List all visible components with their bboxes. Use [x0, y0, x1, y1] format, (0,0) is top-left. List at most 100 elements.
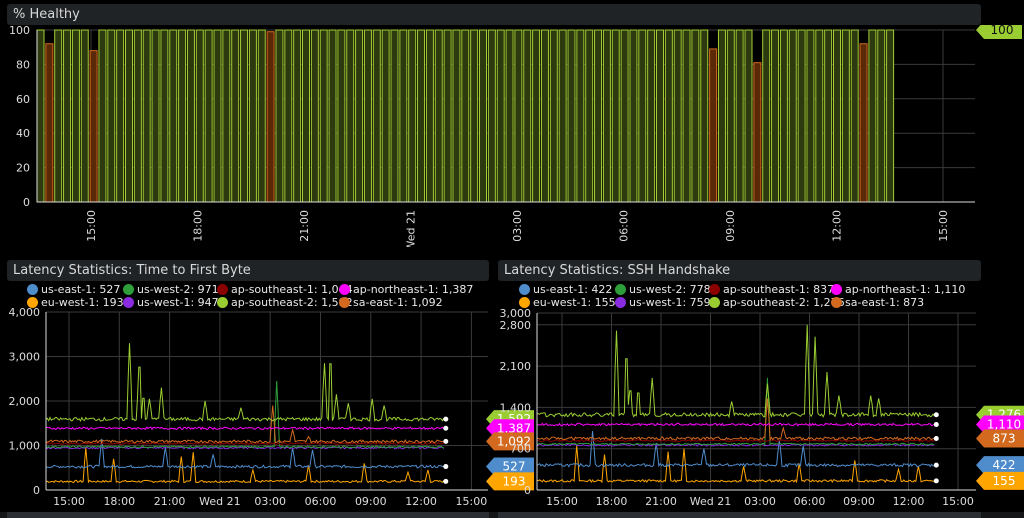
- y-tick-label: 2,000: [9, 395, 41, 408]
- bar: [479, 29, 487, 203]
- bar: [399, 29, 408, 203]
- bar: [98, 29, 107, 203]
- bar: [771, 29, 780, 203]
- bar: [744, 29, 753, 203]
- bar: [390, 29, 399, 203]
- bar: [363, 29, 372, 203]
- legend-dot-icon: [831, 284, 842, 295]
- bar: [54, 29, 63, 203]
- bar: [116, 29, 125, 203]
- series-end-dot: [933, 478, 939, 484]
- y-tick-label: 0: [23, 196, 30, 209]
- x-tick-label: 15:00: [546, 495, 578, 508]
- series-line-us-west-2: [45, 380, 444, 449]
- legend-item[interactable]: ap-southeast-1: 837: [709, 283, 835, 296]
- bar: [240, 29, 249, 203]
- bar: [620, 29, 629, 203]
- x-tick-label: 15:00: [937, 210, 950, 242]
- series-end-dot: [933, 422, 939, 428]
- legend-label: ap-southeast-1: 1,044: [231, 283, 353, 296]
- legend-dot-icon: [615, 284, 626, 295]
- bar: [231, 29, 240, 203]
- x-tick-label: 15:00: [942, 495, 974, 508]
- bar: [514, 29, 523, 203]
- x-tick-label: 03:00: [744, 495, 776, 508]
- bar: [753, 62, 762, 203]
- bar: [293, 29, 302, 203]
- x-tick-label: 21:00: [298, 210, 311, 242]
- bar: [850, 29, 859, 203]
- bar: [487, 29, 496, 203]
- legend-label: us-east-1: 422: [533, 283, 613, 296]
- bar: [133, 29, 142, 203]
- legend-label: ap-southeast-1: 837: [723, 283, 835, 296]
- bar: [700, 29, 709, 203]
- x-tick-label: 12:00: [405, 495, 437, 508]
- bar: [257, 29, 266, 203]
- legend-item[interactable]: ap-southeast-1: 1,044: [217, 283, 353, 296]
- bar: [178, 29, 187, 203]
- last-value-tag: 873: [976, 429, 1024, 448]
- bar: [815, 29, 824, 203]
- bar: [647, 29, 656, 203]
- series-end-dot: [443, 416, 449, 422]
- legend-item[interactable]: ap-northeast-1: 1,110: [831, 283, 965, 296]
- y-tick-label: 60: [16, 93, 30, 106]
- ttfb-panel-title: Latency Statistics: Time to First Byte: [7, 260, 489, 281]
- y-tick-label: 4,000: [9, 306, 41, 319]
- bottom-scroll-strip: [0, 512, 1024, 518]
- series-end-dot: [443, 438, 449, 444]
- bar: [186, 29, 195, 203]
- bar: [806, 29, 815, 203]
- legend-label: us-west-2: 971: [137, 283, 219, 296]
- bar: [505, 29, 514, 203]
- x-tick-label: Wed 21: [199, 495, 240, 508]
- legend-item[interactable]: us-west-2: 778: [615, 283, 711, 296]
- y-tick-label: 3,000: [9, 351, 41, 364]
- bar: [372, 29, 381, 203]
- series-line-us-west-2: [536, 377, 935, 447]
- bar: [779, 29, 788, 203]
- bar: [337, 29, 346, 203]
- legend-item[interactable]: us-east-1: 422: [519, 283, 615, 296]
- bar: [45, 43, 54, 203]
- bar: [204, 29, 213, 203]
- legend-item[interactable]: ap-northeast-1: 1,387: [339, 283, 473, 296]
- bar: [762, 29, 771, 203]
- series-line-eu-west-1: [536, 445, 935, 484]
- legend-item[interactable]: us-east-1: 527: [27, 283, 123, 296]
- bar: [611, 29, 620, 203]
- bar: [310, 29, 319, 203]
- series-line-ap-southeast-1: [536, 439, 935, 443]
- x-tick-label: 03:00: [254, 495, 286, 508]
- value-tag-label: 422: [993, 458, 1016, 472]
- y-tick-label: 700: [510, 443, 531, 456]
- bar: [266, 31, 275, 203]
- bar: [602, 29, 611, 203]
- bar: [71, 29, 80, 203]
- bar: [302, 29, 310, 203]
- legend-item[interactable]: us-west-2: 971: [123, 283, 219, 296]
- bar: [319, 29, 328, 203]
- bar: [346, 29, 355, 203]
- y-tick-label: 2,800: [500, 319, 532, 332]
- bar: [594, 29, 603, 203]
- bar: [80, 29, 89, 203]
- bar: [585, 29, 594, 203]
- y-tick-label: 0: [33, 484, 40, 497]
- y-tick-label: 20: [16, 162, 30, 175]
- legend-dot-icon: [709, 284, 720, 295]
- healthy-panel-title: % Healthy: [7, 4, 981, 25]
- y-tick-label: 40: [16, 127, 30, 140]
- legend-label: ap-northeast-1: 1,110: [845, 283, 966, 296]
- series-end-dot: [443, 464, 449, 470]
- x-tick-label: 12:00: [831, 210, 844, 242]
- x-tick-label: Wed 21: [405, 210, 418, 247]
- y-tick-label: 1,000: [9, 440, 41, 453]
- bar: [496, 29, 505, 203]
- bar: [63, 29, 72, 203]
- x-tick-label: 06:00: [618, 210, 631, 242]
- series-line-ap-southeast-2: [45, 343, 445, 422]
- bar: [107, 29, 116, 203]
- x-tick-label: 21:00: [154, 495, 186, 508]
